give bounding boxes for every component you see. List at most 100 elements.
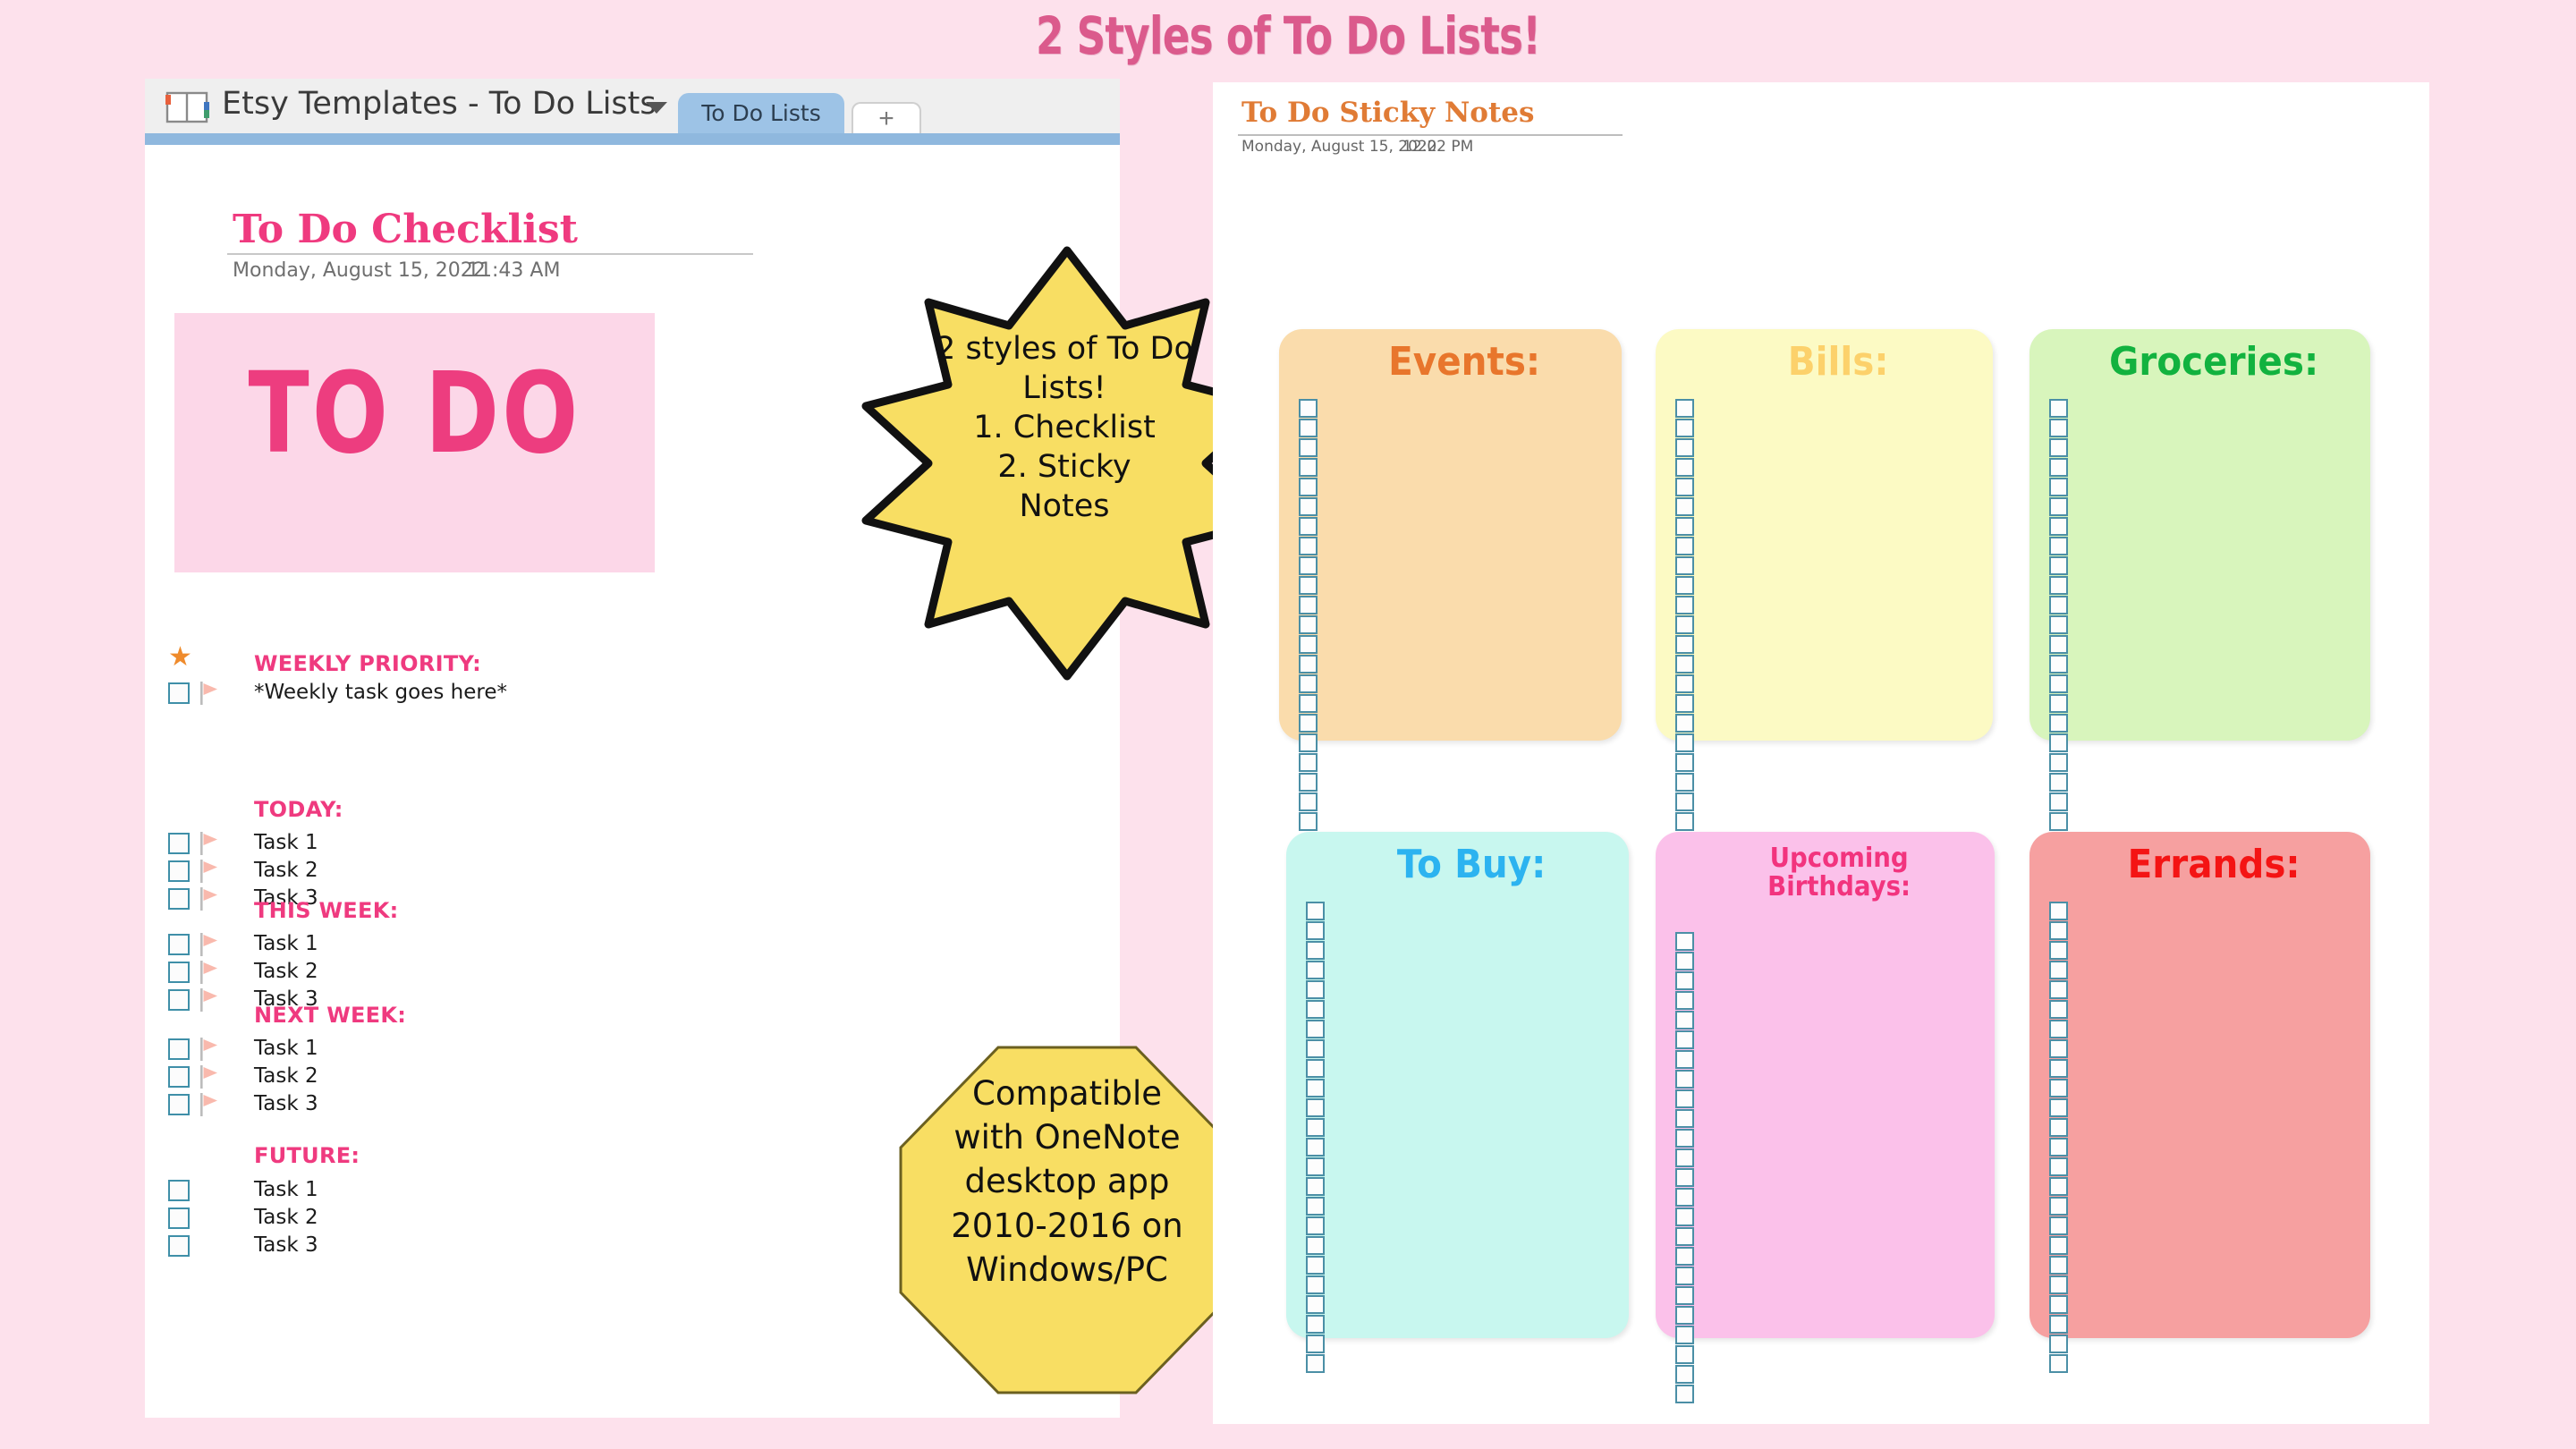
checkbox[interactable] — [1306, 1354, 1325, 1373]
checkbox[interactable] — [1299, 556, 1318, 575]
checkbox[interactable] — [2049, 478, 2068, 496]
checkbox[interactable] — [2049, 517, 2068, 536]
checkbox[interactable] — [1675, 971, 1694, 990]
checkbox[interactable] — [2049, 615, 2068, 634]
checkbox[interactable] — [2049, 1079, 2068, 1097]
checkbox[interactable] — [2049, 921, 2068, 940]
checkbox[interactable] — [2049, 773, 2068, 792]
checkbox[interactable] — [1299, 517, 1318, 536]
checkbox[interactable] — [1299, 694, 1318, 713]
checkbox[interactable] — [1675, 792, 1694, 811]
checklist-item[interactable]: Task 3 — [145, 1091, 646, 1119]
checkbox[interactable] — [1675, 399, 1694, 418]
checkbox[interactable] — [1306, 1138, 1325, 1157]
checkbox[interactable] — [1299, 615, 1318, 634]
checkbox[interactable] — [2049, 1275, 2068, 1294]
checkbox[interactable] — [1675, 1326, 1694, 1344]
checkbox[interactable] — [1675, 537, 1694, 555]
checkbox[interactable] — [1675, 1050, 1694, 1069]
flag-icon[interactable] — [200, 933, 220, 956]
checkbox[interactable] — [1675, 1227, 1694, 1246]
checkbox[interactable] — [1675, 438, 1694, 457]
checkbox[interactable] — [2049, 1177, 2068, 1196]
checkbox[interactable] — [1675, 1208, 1694, 1226]
checkbox[interactable] — [2049, 1236, 2068, 1255]
checkbox[interactable] — [1675, 714, 1694, 733]
checkbox[interactable] — [1306, 1335, 1325, 1353]
checkbox[interactable] — [1675, 932, 1694, 951]
sticky-note[interactable]: Groceries: — [2029, 329, 2370, 831]
checkbox[interactable] — [2049, 458, 2068, 477]
checkbox[interactable] — [1675, 517, 1694, 536]
checkbox[interactable] — [1675, 635, 1694, 654]
sticky-note[interactable]: Upcoming Birthdays: — [1656, 832, 1995, 1403]
checkbox[interactable] — [1675, 596, 1694, 614]
checkbox[interactable] — [1299, 655, 1318, 674]
checkbox[interactable] — [1675, 1385, 1694, 1403]
checkbox[interactable] — [2049, 961, 2068, 979]
checkbox[interactable] — [1675, 753, 1694, 772]
checkbox[interactable] — [168, 1208, 190, 1229]
flag-icon[interactable] — [200, 832, 220, 855]
checkbox[interactable] — [2049, 1197, 2068, 1216]
checkbox[interactable] — [1675, 1306, 1694, 1325]
checkbox[interactable] — [168, 1038, 190, 1060]
checkbox[interactable] — [2049, 1059, 2068, 1078]
checkbox[interactable] — [1675, 1030, 1694, 1049]
checkbox[interactable] — [1299, 458, 1318, 477]
checkbox[interactable] — [1306, 1157, 1325, 1176]
checkbox[interactable] — [1675, 1109, 1694, 1128]
checkbox[interactable] — [1675, 1011, 1694, 1030]
checkbox[interactable] — [2049, 1354, 2068, 1373]
checkbox[interactable] — [168, 1094, 190, 1115]
checkbox[interactable] — [1306, 902, 1325, 920]
checkbox[interactable] — [1675, 1070, 1694, 1089]
checkbox[interactable] — [1306, 941, 1325, 960]
checkbox[interactable] — [2049, 812, 2068, 831]
checkbox[interactable] — [1675, 556, 1694, 575]
checkbox[interactable] — [1675, 1129, 1694, 1148]
checkbox[interactable] — [1299, 478, 1318, 496]
checkbox[interactable] — [1299, 635, 1318, 654]
checkbox[interactable] — [168, 1235, 190, 1257]
checkbox[interactable] — [2049, 596, 2068, 614]
checkbox[interactable] — [1306, 1098, 1325, 1117]
checkbox[interactable] — [2049, 1157, 2068, 1176]
checkbox[interactable] — [1675, 991, 1694, 1010]
checkbox[interactable] — [2049, 1256, 2068, 1275]
checkbox[interactable] — [1306, 961, 1325, 979]
checkbox[interactable] — [1306, 1079, 1325, 1097]
checklist-item[interactable]: Task 3 — [145, 1233, 646, 1260]
checkbox[interactable] — [1675, 419, 1694, 437]
checkbox[interactable] — [1675, 655, 1694, 674]
checkbox[interactable] — [2049, 1098, 2068, 1117]
checkbox[interactable] — [2049, 399, 2068, 418]
checkbox[interactable] — [2049, 674, 2068, 693]
checkbox[interactable] — [1675, 1089, 1694, 1108]
checkbox[interactable] — [168, 1180, 190, 1201]
checkbox[interactable] — [1299, 576, 1318, 595]
checkbox[interactable] — [168, 1066, 190, 1088]
flag-icon[interactable] — [200, 1093, 220, 1116]
checkbox[interactable] — [2049, 497, 2068, 516]
checkbox[interactable] — [2049, 576, 2068, 595]
checkbox[interactable] — [1675, 952, 1694, 970]
checkbox[interactable] — [2049, 980, 2068, 999]
checkbox[interactable] — [2049, 941, 2068, 960]
checkbox[interactable] — [1675, 773, 1694, 792]
checkbox[interactable] — [1299, 714, 1318, 733]
checkbox[interactable] — [1299, 812, 1318, 831]
checkbox[interactable] — [1675, 1365, 1694, 1384]
checkbox[interactable] — [1675, 1168, 1694, 1187]
checkbox[interactable] — [2049, 792, 2068, 811]
flag-icon[interactable] — [200, 682, 220, 705]
checkbox[interactable] — [1675, 1345, 1694, 1364]
checkbox[interactable] — [2049, 753, 2068, 772]
checkbox[interactable] — [1299, 773, 1318, 792]
checkbox[interactable] — [2049, 1295, 2068, 1314]
checkbox[interactable] — [1675, 615, 1694, 634]
checkbox[interactable] — [168, 860, 190, 882]
checkbox[interactable] — [1306, 980, 1325, 999]
checkbox[interactable] — [2049, 1039, 2068, 1058]
checkbox[interactable] — [1306, 1315, 1325, 1334]
